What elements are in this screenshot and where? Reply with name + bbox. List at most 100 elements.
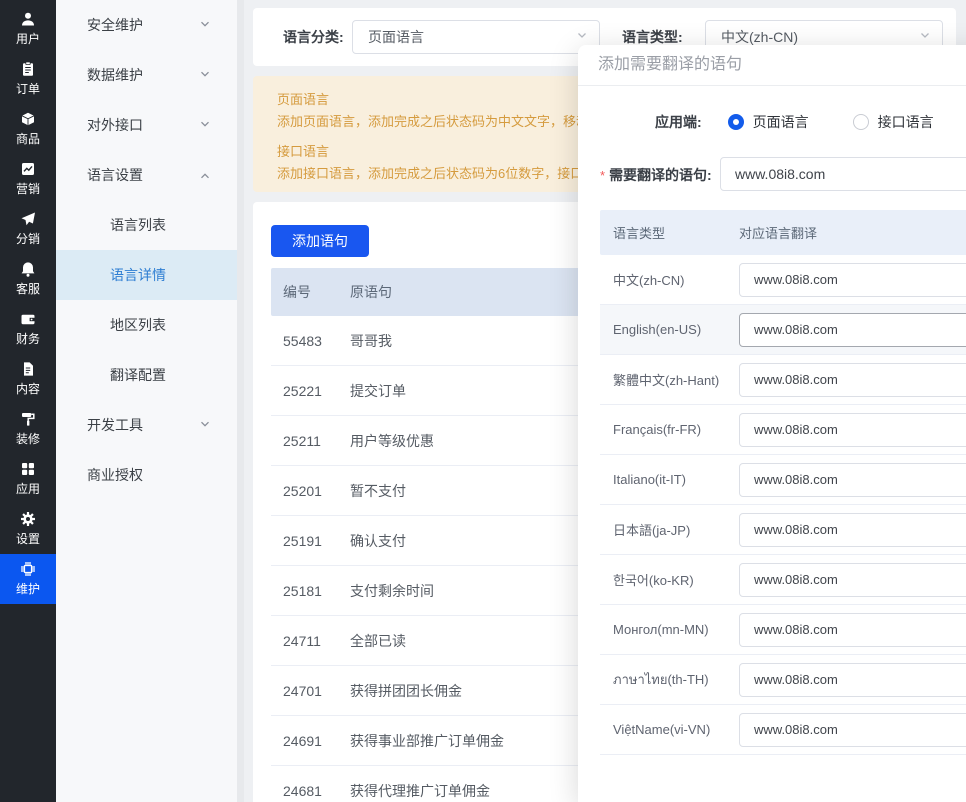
translation-input-中文(zh-CN)[interactable]	[739, 263, 966, 297]
translation-input-Français(fr-FR)[interactable]	[739, 413, 966, 447]
app-nav-label: 用户	[16, 30, 40, 47]
statement-text: 用户等级优惠	[350, 431, 434, 451]
sidebar-item-地区列表[interactable]: 地区列表	[56, 300, 237, 350]
language-label: Italiano(it-IT)	[600, 472, 739, 487]
translate-statement-input[interactable]	[720, 157, 966, 191]
column-header-text: 原语句	[350, 282, 392, 302]
language-label: ภาษาไทย(th-TH)	[600, 669, 739, 690]
app-nav-user[interactable]: 用户	[0, 4, 56, 54]
app-nav-marketing[interactable]: 营销	[0, 154, 56, 204]
translation-input-繁體中文(zh-Hant)[interactable]	[739, 363, 966, 397]
language-label: ViệtName(vi-VN)	[600, 722, 739, 737]
menu-item-label: 对外接口	[87, 115, 143, 135]
menu-item-label: 语言列表	[110, 215, 166, 235]
statement-id: 24701	[271, 683, 350, 699]
app-side-label: 应用端:	[655, 112, 702, 132]
app-sidebar: 用户订单商品营销分销客服财务内容装修应用设置维护	[0, 0, 56, 802]
app-nav-decorate[interactable]: 装修	[0, 404, 56, 454]
language-row: Italiano(it-IT)	[600, 455, 966, 505]
app-nav-goods[interactable]: 商品	[0, 104, 56, 154]
translate-field-row: * 需要翻译的语句:	[578, 157, 712, 193]
app-nav-content[interactable]: 内容	[0, 354, 56, 404]
statement-text: 哥哥我	[350, 331, 392, 351]
statement-text: 支付剩余时间	[350, 581, 434, 601]
add-translation-modal: 添加需要翻译的语句 应用端: 页面语言 接口语言 * 需要翻译的语句: 语言类型…	[578, 45, 966, 802]
statement-id: 55483	[271, 333, 350, 349]
sidebar-item-开发工具[interactable]: 开发工具	[56, 400, 237, 450]
chevron-up-icon	[199, 167, 211, 183]
translate-field-label: 需要翻译的语句:	[609, 165, 712, 185]
chevron-down-icon	[199, 117, 211, 133]
translation-input-Монгол(mn-MN)[interactable]	[739, 613, 966, 647]
statement-id: 25211	[271, 433, 350, 449]
sidebar-item-商业授权[interactable]: 商业授权	[56, 450, 237, 500]
statement-text: 提交订单	[350, 381, 406, 401]
app-nav-label: 订单	[16, 80, 40, 97]
sidebar-item-语言设置[interactable]: 语言设置	[56, 150, 237, 200]
app-side-row: 应用端: 页面语言 接口语言	[578, 104, 966, 140]
finance-icon	[20, 311, 36, 327]
radio-api-language[interactable]: 接口语言	[853, 112, 934, 132]
language-category-select[interactable]: 页面语言	[352, 20, 600, 54]
app-nav-order[interactable]: 订单	[0, 54, 56, 104]
apps-icon	[20, 461, 36, 477]
translation-input-English(en-US)[interactable]	[739, 313, 966, 347]
sidebar-item-语言列表[interactable]: 语言列表	[56, 200, 237, 250]
chevron-down-icon	[918, 29, 932, 46]
translation-table: 语言类型 对应语言翻译 中文(zh-CN)English(en-US)繁體中文(…	[600, 210, 966, 755]
app-nav-finance[interactable]: 财务	[0, 304, 56, 354]
app-nav-distribution[interactable]: 分销	[0, 204, 56, 254]
translation-input-Italiano(it-IT)[interactable]	[739, 463, 966, 497]
user-icon	[20, 11, 36, 27]
statement-id: 24691	[271, 733, 350, 749]
language-row: ภาษาไทย(th-TH)	[600, 655, 966, 705]
chevron-down-icon	[575, 29, 589, 46]
statement-text: 确认支付	[350, 531, 406, 551]
app-nav-label: 客服	[16, 280, 40, 297]
content-icon	[20, 361, 36, 377]
statement-id: 25221	[271, 383, 350, 399]
app-nav-service-bell[interactable]: 客服	[0, 254, 56, 304]
radio-page-language[interactable]: 页面语言	[728, 112, 809, 132]
translation-input-日本語(ja-JP)[interactable]	[739, 513, 966, 547]
sidebar-item-安全维护[interactable]: 安全维护	[56, 0, 237, 50]
menu-item-label: 语言设置	[87, 165, 143, 185]
radio-label: 页面语言	[753, 112, 809, 132]
app-nav-gear[interactable]: 设置	[0, 504, 56, 554]
language-type-value: 中文(zh-CN)	[721, 27, 798, 47]
menu-item-label: 数据维护	[87, 65, 143, 85]
chevron-down-icon	[199, 67, 211, 83]
sidebar-item-语言详情[interactable]: 语言详情	[56, 250, 237, 300]
app-nav-label: 装修	[16, 430, 40, 447]
language-row: 繁體中文(zh-Hant)	[600, 355, 966, 405]
column-header-id: 编号	[271, 282, 350, 302]
sidebar-item-数据维护[interactable]: 数据维护	[56, 50, 237, 100]
language-row: ViệtName(vi-VN)	[600, 705, 966, 755]
app-nav-label: 财务	[16, 330, 40, 347]
service-bell-icon	[20, 261, 36, 277]
language-row: 中文(zh-CN)	[600, 255, 966, 305]
radio-label: 接口语言	[878, 112, 934, 132]
radio-selected-icon	[728, 114, 744, 130]
app-nav-apps[interactable]: 应用	[0, 454, 56, 504]
menu-item-label: 开发工具	[87, 415, 143, 435]
app-nav-label: 设置	[16, 530, 40, 547]
add-statement-button[interactable]: 添加语句	[271, 225, 369, 257]
radio-unselected-icon	[853, 114, 869, 130]
translation-input-ภาษาไทย(th-TH)[interactable]	[739, 663, 966, 697]
language-row: Français(fr-FR)	[600, 405, 966, 455]
language-row: English(en-US)	[600, 305, 966, 355]
sidebar-item-对外接口[interactable]: 对外接口	[56, 100, 237, 150]
translation-input-한국어(ko-KR)[interactable]	[739, 563, 966, 597]
statement-id: 25191	[271, 533, 350, 549]
menu-item-label: 翻译配置	[110, 365, 166, 385]
menu-item-label: 商业授权	[87, 465, 143, 485]
column-header-translation: 对应语言翻译	[739, 223, 817, 242]
translation-input-ViệtName(vi-VN)[interactable]	[739, 713, 966, 747]
language-label: 한국어(ko-KR)	[600, 570, 739, 589]
decorate-icon	[20, 411, 36, 427]
distribution-icon	[20, 211, 36, 227]
sidebar-divider	[237, 0, 244, 802]
app-nav-chip[interactable]: 维护	[0, 554, 56, 604]
sidebar-item-翻译配置[interactable]: 翻译配置	[56, 350, 237, 400]
